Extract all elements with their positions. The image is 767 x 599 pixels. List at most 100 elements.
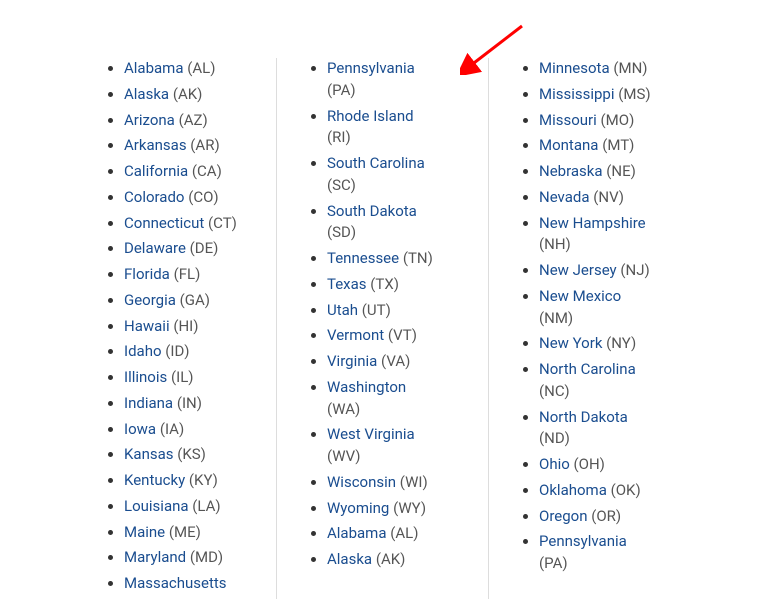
state-abbr: (GA) <box>180 291 210 309</box>
state-abbr: (KY) <box>189 471 218 489</box>
state-column-1: Alabama (AL)Alaska (AK)Arizona (AZ)Arkan… <box>0 58 276 599</box>
state-link[interactable]: Mississippi <box>539 85 615 103</box>
state-link[interactable]: Arkansas <box>124 136 187 154</box>
state-link[interactable]: New Mexico <box>539 287 621 305</box>
state-link[interactable]: Utah <box>327 301 358 319</box>
state-link[interactable]: Alaska <box>327 550 372 568</box>
state-link[interactable]: Nebraska <box>539 162 603 180</box>
list-item: Tennessee (TN) <box>327 248 478 270</box>
state-link[interactable]: Missouri <box>539 111 597 129</box>
state-link[interactable]: Illinois <box>124 368 167 386</box>
state-abbr: (AK) <box>376 550 406 568</box>
list-item: Pennsylvania(PA) <box>539 531 688 575</box>
list-item: West Virginia(WV) <box>327 424 478 468</box>
list-item: Kentucky (KY) <box>124 470 266 492</box>
state-column-3: Minnesota (MN) Mississippi (MS) Missouri (… <box>488 58 698 599</box>
state-link[interactable]: Nevada <box>539 188 590 206</box>
state-abbr: (MD) <box>190 548 223 566</box>
state-link[interactable]: Pennsylvania <box>539 532 627 550</box>
list-item: Vermont (VT) <box>327 325 478 347</box>
state-abbr: (NY) <box>606 334 636 352</box>
state-link[interactable]: Iowa <box>124 420 156 438</box>
state-abbr: (CA) <box>192 162 222 180</box>
list-item: North Carolina(NC) <box>539 359 688 403</box>
state-abbr: (MS) <box>618 85 650 103</box>
state-link[interactable]: Oklahoma <box>539 481 607 499</box>
list-item: Connecticut (CT) <box>124 213 266 235</box>
state-link[interactable]: New York <box>539 334 602 352</box>
state-abbr: (AR) <box>190 136 219 154</box>
state-link[interactable]: Delaware <box>124 239 186 257</box>
state-abbr: (WA) <box>327 400 360 418</box>
state-link[interactable]: Idaho <box>124 342 162 360</box>
state-link[interactable]: North Carolina <box>539 360 636 378</box>
list-item: California (CA) <box>124 161 266 183</box>
state-link[interactable]: Louisiana <box>124 497 189 515</box>
state-link[interactable]: Maryland <box>124 548 186 566</box>
state-link[interactable]: Tennessee <box>327 249 399 267</box>
state-link[interactable]: South Dakota <box>327 202 417 220</box>
state-link[interactable]: North Dakota <box>539 408 628 426</box>
state-abbr: (TX) <box>370 275 399 293</box>
state-abbr: (FL) <box>174 265 201 283</box>
state-link[interactable]: Arizona <box>124 111 175 129</box>
state-link[interactable]: Florida <box>124 265 170 283</box>
state-abbr: (NE) <box>606 162 636 180</box>
state-link[interactable]: New Jersey <box>539 261 617 279</box>
state-link[interactable]: Pennsylvania <box>327 59 415 77</box>
list-item: Hawaii (HI) <box>124 316 266 338</box>
state-link[interactable]: Rhode Island <box>327 107 414 125</box>
state-link[interactable]: Massachusetts <box>124 574 227 592</box>
state-link[interactable]: Virginia <box>327 352 377 370</box>
state-abbr: (TN) <box>403 249 433 267</box>
state-link[interactable]: Maine <box>124 523 165 541</box>
state-link[interactable]: Connecticut <box>124 214 204 232</box>
state-link[interactable]: Georgia <box>124 291 176 309</box>
list-item: Washington (WA) <box>327 377 478 421</box>
state-link[interactable]: California <box>124 162 188 180</box>
state-abbr: (CO) <box>188 188 218 206</box>
state-link[interactable]: Texas <box>327 275 367 293</box>
list-item: Alaska (AK) <box>124 84 266 106</box>
state-abbr: (LA) <box>192 497 220 515</box>
list-item: Utah (UT) <box>327 300 478 322</box>
state-link[interactable]: Hawaii <box>124 317 170 335</box>
state-abbr: (WI) <box>400 473 428 491</box>
list-item: Nebraska (NE) <box>539 161 688 183</box>
state-abbr: (SC) <box>327 176 356 194</box>
state-link[interactable]: Montana <box>539 136 598 154</box>
state-link[interactable]: Kentucky <box>124 471 185 489</box>
state-link[interactable]: Kansas <box>124 445 174 463</box>
state-link[interactable]: Alabama <box>327 524 387 542</box>
state-abbr: (RI) <box>327 128 351 146</box>
state-link[interactable]: Alaska <box>124 85 169 103</box>
state-abbr: (MN) <box>613 59 647 77</box>
state-link[interactable]: Indiana <box>124 394 173 412</box>
list-item: Kansas (KS) <box>124 444 266 466</box>
state-link[interactable]: Oregon <box>539 507 587 525</box>
state-link[interactable]: Ohio <box>539 455 570 473</box>
state-link[interactable]: Alabama <box>124 59 184 77</box>
list-item: Oklahoma (OK) <box>539 480 688 502</box>
state-link[interactable]: South Carolina <box>327 154 425 172</box>
state-abbr: (OR) <box>591 507 621 525</box>
list-item: Maryland (MD) <box>124 547 266 569</box>
state-abbr: (VT) <box>388 326 417 344</box>
state-link[interactable]: Minnesota <box>539 59 610 77</box>
list-item: South Dakota(SD) <box>327 201 478 245</box>
list-item: Arkansas (AR) <box>124 135 266 157</box>
state-link[interactable]: Wisconsin <box>327 473 396 491</box>
state-link[interactable]: Wyoming <box>327 499 389 517</box>
list-item: Maine (ME) <box>124 522 266 544</box>
state-link[interactable]: Colorado <box>124 188 184 206</box>
list-item: Georgia (GA) <box>124 290 266 312</box>
state-link[interactable]: New Hampshire <box>539 214 646 232</box>
state-list-1: Alabama (AL)Alaska (AK)Arizona (AZ)Arkan… <box>82 58 266 595</box>
state-link[interactable]: West Virginia <box>327 425 415 443</box>
list-item: Colorado (CO) <box>124 187 266 209</box>
list-item: Nevada (NV) <box>539 187 688 209</box>
list-item: Oregon (OR) <box>539 506 688 528</box>
state-link[interactable]: Vermont <box>327 326 384 344</box>
state-link[interactable]: Washington <box>327 378 406 396</box>
list-item: New Jersey (NJ) <box>539 260 688 282</box>
